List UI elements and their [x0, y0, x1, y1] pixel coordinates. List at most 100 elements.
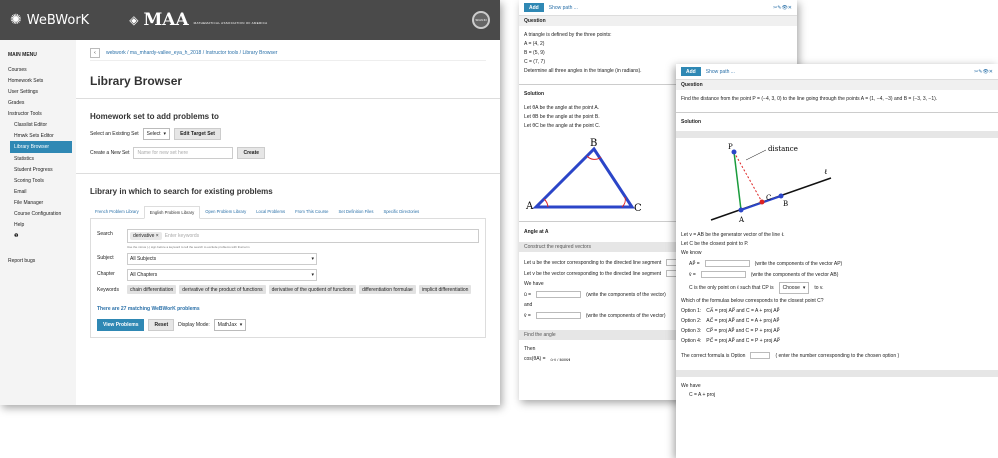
tab-from-this-course[interactable]: From This Course — [290, 206, 333, 218]
dropdown-icon: ▾ — [239, 322, 243, 328]
answer-input[interactable] — [750, 352, 771, 359]
point-a: A = (4, 2) — [524, 41, 545, 47]
keyword-chip[interactable]: differentiation formulae — [359, 285, 416, 294]
answer-input[interactable] — [704, 260, 750, 267]
option-label: Option 2: — [681, 318, 702, 324]
show-path-link[interactable]: Show path ... — [549, 5, 578, 11]
maa-logo-icon: ◈ — [129, 13, 139, 27]
info-icon[interactable]: ❶ — [0, 230, 76, 241]
menu-homework-sets[interactable]: Homework Sets — [0, 75, 76, 86]
search-chip-text: derivative — [133, 233, 155, 239]
svg-text:B: B — [590, 138, 597, 149]
tab-set-definition-files[interactable]: Set Definition Files — [334, 206, 379, 218]
problem-window-distance: Add Show path ... ✂✎👁✕ Question Find the… — [676, 64, 998, 458]
menu-course-configuration[interactable]: Course Configuration — [0, 208, 76, 219]
let-text: Let v = AB be the generator vector of th… — [681, 232, 785, 238]
question-text: A triangle is defined by the three point… — [524, 32, 612, 38]
breadcrumb: ‹ webwork / ma_mhardy-vallee_eya_h_2018 … — [90, 46, 486, 61]
svg-text:B: B — [783, 200, 788, 208]
select-existing-label: Select an Existing Set — [90, 131, 139, 137]
library-heading: Library in which to search for existing … — [90, 187, 273, 196]
back-arrow-icon[interactable]: ‹ — [90, 48, 100, 58]
add-button[interactable]: Add — [524, 3, 544, 12]
maa-logo[interactable]: ◈ MAA MATHEMATICAL ASSOCIATION OF AMERICA — [129, 10, 267, 30]
menu-hmwk-sets-editor[interactable]: Hmwk Sets Editor — [0, 130, 76, 141]
search-chip[interactable]: derivative × — [130, 232, 162, 240]
triangle-figure: A B C — [525, 138, 642, 214]
menu-scoring-tools[interactable]: Scoring Tools — [0, 175, 76, 186]
menu-library-browser[interactable]: Library Browser — [10, 141, 72, 153]
menu-file-manager[interactable]: File Manager — [0, 197, 76, 208]
components-note: (write the components of the vector) — [586, 291, 666, 298]
menu-user-settings[interactable]: User Settings — [0, 86, 76, 97]
webwork-window: ✺ WeBWorK ◈ MAA MATHEMATICAL ASSOCIATION OF… — [0, 0, 500, 405]
choose-value: Choose — [782, 285, 800, 291]
menu-email[interactable]: Email — [0, 186, 76, 197]
menu-classlist-editor[interactable]: Classlist Editor — [0, 119, 76, 130]
main-content: ‹ webwork / ma_mhardy-vallee_eya_h_2018 … — [76, 40, 500, 405]
keywords-label: Keywords — [97, 287, 119, 293]
subject-label: Subject — [97, 255, 114, 261]
search-label: Search — [97, 231, 113, 237]
choose-select[interactable]: Choose ▾ — [778, 282, 810, 294]
keyword-chip[interactable]: chain differentiation — [127, 285, 177, 294]
point-b: B = (5, 9) — [524, 50, 545, 56]
svg-text:P: P — [728, 143, 733, 151]
menu-courses[interactable]: Courses — [0, 64, 76, 75]
tab-french-library[interactable]: French Problem Library — [90, 206, 144, 218]
subject-select[interactable]: All Subjects ▾ — [127, 253, 317, 265]
search-input[interactable]: derivative × Enter keywords — [127, 229, 479, 243]
set-select[interactable]: Select ▾ — [142, 128, 171, 140]
webwork-logo-text: WeBWorK — [26, 12, 90, 28]
menu-instructor-tools[interactable]: Instructor Tools — [0, 108, 76, 119]
keyword-chip[interactable]: derivative of the product of functions — [179, 285, 266, 294]
chapter-value: All Chapters — [130, 272, 158, 278]
breadcrumb-path[interactable]: webwork / ma_mhardy-vallee_eya_h_2018 / … — [106, 50, 277, 56]
toolbar-icons[interactable]: ✂✎👁✕ — [773, 5, 792, 11]
create-button[interactable]: Create — [237, 147, 266, 159]
remove-chip-icon[interactable]: × — [156, 233, 159, 239]
display-mode-select[interactable]: MathJax ▾ — [213, 319, 247, 331]
keyword-chip[interactable]: derivative of the quotient of functions — [268, 285, 357, 294]
library-panel: Search derivative × Enter keywords Use t… — [90, 219, 486, 338]
menu-statistics[interactable]: Statistics — [0, 153, 76, 164]
tab-specific-directories[interactable]: Specific Directories — [378, 206, 424, 218]
menu-help[interactable]: Help — [0, 219, 76, 230]
dropdown-icon: ▾ — [163, 131, 167, 137]
tab-local-problems[interactable]: Local Problems — [251, 206, 290, 218]
add-button[interactable]: Add — [681, 67, 701, 76]
webwork-logo-icon: ✺ — [10, 12, 22, 28]
components-note: (write the components of the vector AP) — [754, 260, 843, 267]
answer-input[interactable] — [536, 291, 582, 298]
view-problems-button[interactable]: View Problems — [97, 319, 145, 331]
option-label: Option 3: — [681, 328, 702, 334]
answer-input[interactable] — [535, 312, 581, 319]
search-hint: Use the minus (-) sign before a keyword … — [127, 245, 250, 249]
svg-text:C: C — [766, 194, 771, 202]
svg-text:A: A — [738, 216, 745, 224]
chapter-label: Chapter — [97, 271, 115, 277]
menu-grades[interactable]: Grades — [0, 97, 76, 108]
reset-button[interactable]: Reset — [148, 319, 175, 331]
question-heading: Question — [676, 80, 998, 90]
library-tabs: French Problem Library English Problem L… — [90, 206, 486, 219]
show-path-link[interactable]: Show path ... — [706, 69, 735, 75]
webwork-logo[interactable]: ✺ WeBWorK — [10, 12, 89, 28]
solution-heading: Solution — [676, 117, 998, 127]
u-text: Let u be the vector corresponding to the… — [524, 259, 662, 266]
menu-student-progress[interactable]: Student Progress — [0, 164, 76, 175]
report-bugs-link[interactable]: Report bugs — [0, 255, 76, 266]
tab-english-library[interactable]: English Problem Library — [143, 206, 201, 219]
edit-target-set-button[interactable]: Edit Target Set — [174, 128, 221, 140]
search-placeholder: Enter keywords — [164, 233, 200, 239]
sign-in-badge[interactable]: SIGN IN — [472, 11, 490, 29]
we-know-text: We know — [681, 250, 702, 256]
new-set-name-input[interactable]: Name for new set here — [133, 147, 234, 159]
keyword-chip[interactable]: implicit differentiation — [418, 285, 472, 294]
answer-input[interactable] — [700, 271, 746, 278]
toolbar-icons[interactable]: ✂✎👁✕ — [974, 69, 993, 75]
to-v-text: to v. — [814, 285, 824, 291]
tab-open-library[interactable]: Open Problem Library — [200, 206, 251, 218]
components-note: (write the components of the vector) — [585, 312, 666, 319]
chapter-select[interactable]: All Chapters ▾ — [127, 269, 317, 281]
